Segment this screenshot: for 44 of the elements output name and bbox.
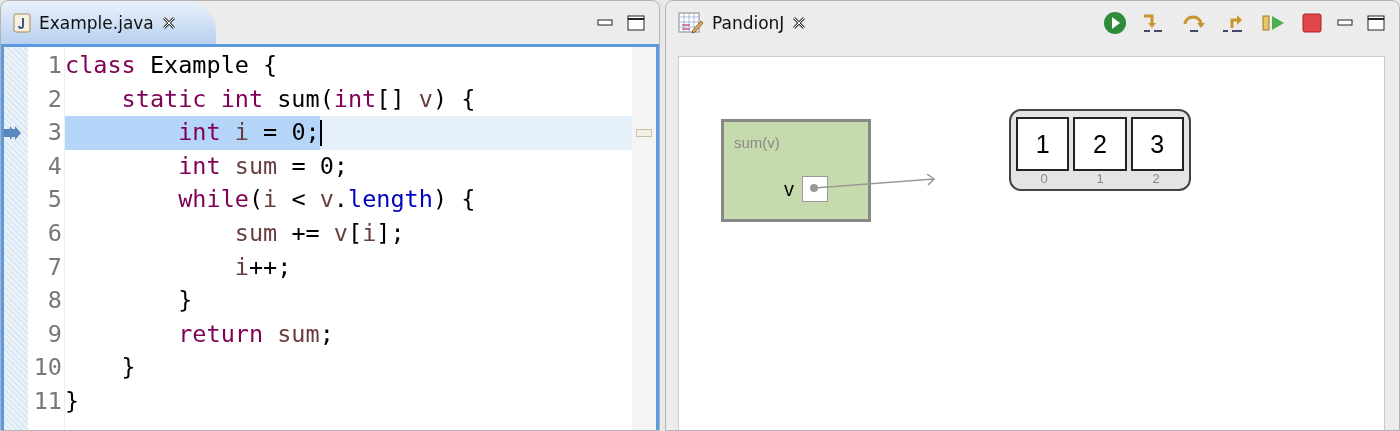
line-number: 4 (46, 150, 62, 182)
line-number: 10 (32, 352, 62, 384)
grid-pencil-icon (678, 11, 704, 34)
array-index: 2 (1151, 171, 1161, 186)
line-number: 6 (46, 217, 62, 249)
close-icon[interactable] (161, 15, 176, 30)
minimize-icon[interactable] (1337, 18, 1353, 27)
minimize-icon[interactable] (597, 18, 613, 27)
instruction-pointer-icon (3, 126, 23, 141)
line-number: 11 (32, 385, 62, 417)
code-line: return sum; (177, 318, 334, 350)
array-index: 0 (1039, 171, 1049, 186)
terminate-icon[interactable] (1301, 11, 1323, 34)
code-line: i++; (233, 251, 292, 283)
maximize-icon[interactable] (627, 14, 645, 31)
frame-title: sum(v) (734, 134, 780, 151)
array-index: 1 (1095, 171, 1105, 186)
reference-box (802, 176, 828, 202)
code-line: } (120, 352, 136, 384)
array-cell: 3 (1130, 117, 1184, 171)
code-line: } (177, 285, 193, 317)
viewer-tab[interactable]: PandionJ (666, 1, 847, 44)
variable-name: v (784, 177, 794, 201)
array-cell: 2 (1073, 117, 1127, 171)
overview-marker[interactable] (636, 129, 652, 137)
java-file-icon (13, 12, 31, 33)
code-line: static int sum(int[] v) { (120, 83, 476, 115)
editor-tab[interactable]: Example.java (1, 1, 216, 44)
code-line: while(i < v.length) { (177, 184, 476, 216)
line-number: 1 (46, 50, 62, 81)
line-number: 7 (46, 251, 62, 283)
close-icon[interactable] (792, 15, 807, 30)
line-number: 9 (46, 318, 62, 350)
line-number: 2 (46, 83, 62, 115)
line-number: 3 (46, 117, 62, 149)
code-line: } (65, 385, 80, 417)
code-line: class Example { (65, 50, 278, 81)
line-number: 5 (46, 184, 62, 216)
resume-icon[interactable] (1103, 10, 1127, 35)
line-number: 8 (46, 285, 62, 317)
code-line: int sum = 0; (177, 150, 348, 182)
array-cell: 1 (1016, 117, 1070, 171)
code-line: sum += v[i]; (233, 217, 405, 249)
maximize-icon[interactable] (1367, 14, 1385, 31)
